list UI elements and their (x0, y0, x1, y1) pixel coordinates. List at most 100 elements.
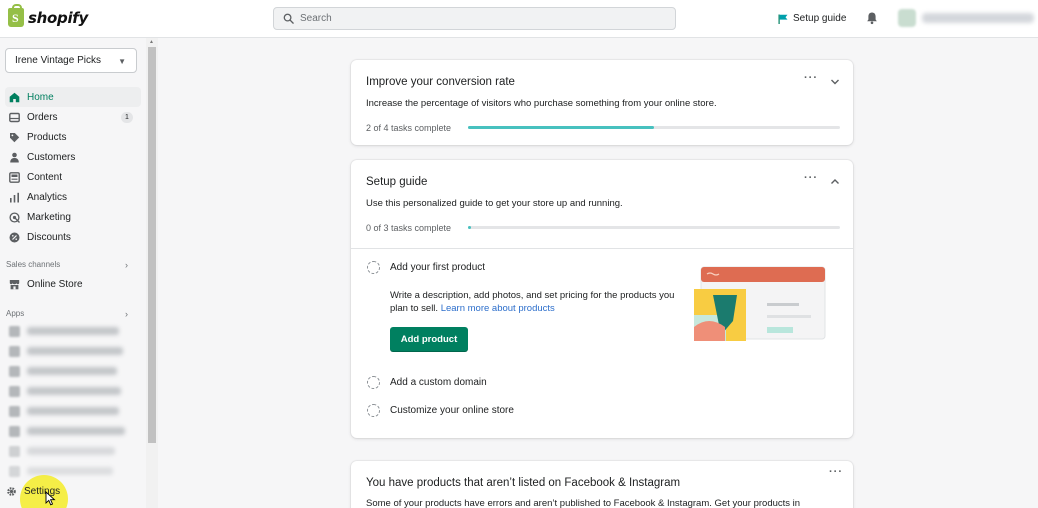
top-bar: S shopify Setup guide (0, 0, 1038, 38)
progress-bar (468, 126, 840, 129)
sidebar-item-content[interactable]: Content (5, 167, 141, 187)
setup-guide-card: Setup guide ··· Use this personalized gu… (351, 160, 853, 438)
apps-list (5, 321, 141, 481)
app-item-redacted[interactable] (5, 401, 141, 421)
sidebar-item-label: Customers (27, 151, 76, 163)
more-actions-icon[interactable]: ··· (804, 72, 818, 84)
shopping-bag-icon: S (8, 4, 24, 27)
apps-header[interactable]: Apps › (6, 309, 134, 319)
person-icon (9, 152, 20, 163)
chevron-right-icon: › (125, 260, 128, 270)
search-icon (283, 13, 294, 24)
account-name-redacted (922, 13, 1034, 23)
sidebar-item-analytics[interactable]: Analytics (5, 187, 141, 207)
task-status-circle-icon[interactable] (367, 404, 380, 417)
card-description: Some of your products have errors and ar… (366, 498, 801, 508)
sidebar-item-home[interactable]: Home (5, 87, 141, 107)
chevron-right-icon: › (125, 309, 128, 319)
sidebar-item-marketing[interactable]: Marketing (5, 207, 141, 227)
app-item-redacted[interactable] (5, 421, 141, 441)
sidebar: Irene Vintage Picks ▼ Home Orders 1 Prod… (0, 38, 146, 508)
app-item-redacted[interactable] (5, 321, 141, 341)
gear-icon (7, 487, 16, 496)
target-icon (9, 211, 20, 223)
task-label: Add your first product (390, 262, 486, 273)
main-nav: Home Orders 1 Products Customers Content… (5, 87, 141, 247)
progress-label: 0 of 3 tasks complete (366, 223, 452, 233)
scroll-thumb[interactable] (148, 47, 156, 443)
more-actions-icon[interactable]: ··· (804, 172, 818, 184)
task-status-circle-icon[interactable] (367, 376, 380, 389)
divider (351, 248, 853, 249)
app-item-redacted[interactable] (5, 461, 141, 481)
more-actions-icon[interactable]: ··· (829, 466, 843, 478)
content-icon (9, 171, 20, 183)
setup-guide-link[interactable]: Setup guide (778, 13, 846, 24)
search-input[interactable] (300, 13, 660, 24)
home-icon (9, 92, 20, 103)
sidebar-item-orders[interactable]: Orders 1 (5, 107, 141, 127)
bell-icon[interactable] (865, 11, 879, 25)
setup-guide-label: Setup guide (793, 13, 847, 24)
card-description: Increase the percentage of visitors who … (366, 98, 717, 109)
scroll-up-arrow-icon[interactable]: ▲ (149, 39, 154, 45)
sidebar-item-label: Products (27, 131, 67, 143)
task-add-first-product[interactable]: Add your first product (367, 261, 485, 274)
add-product-button[interactable]: Add product (390, 327, 468, 352)
task-description: Write a description, add photos, and set… (390, 290, 675, 314)
task-add-custom-domain[interactable]: Add a custom domain (367, 376, 487, 389)
flag-icon (778, 14, 788, 24)
product-illustration (694, 266, 826, 341)
chevron-up-icon[interactable] (830, 177, 840, 187)
card-description: Use this personalized guide to get your … (366, 198, 623, 209)
discount-icon (9, 232, 20, 243)
progress-fill (468, 126, 654, 129)
chevron-down-icon[interactable] (830, 77, 840, 87)
task-label: Customize your online store (390, 405, 514, 416)
task-customize-store[interactable]: Customize your online store (367, 404, 514, 417)
task-label: Add a custom domain (390, 377, 487, 388)
sidebar-item-label: Home (27, 91, 54, 103)
sidebar-item-customers[interactable]: Customers (5, 147, 141, 167)
task-status-circle-icon[interactable] (367, 261, 380, 274)
apps-label: Apps (6, 309, 25, 318)
brand-name: shopify (28, 8, 88, 27)
account-menu[interactable] (898, 9, 1034, 27)
progress-label: 2 of 4 tasks complete (366, 123, 452, 133)
store-name: Irene Vintage Picks (15, 55, 101, 66)
learn-more-link[interactable]: Learn more about products (441, 303, 555, 314)
search-bar[interactable] (273, 7, 676, 30)
card-title: You have products that aren’t listed on … (366, 477, 681, 489)
app-item-redacted[interactable] (5, 361, 141, 381)
progress-bar (468, 226, 840, 229)
app-item-redacted[interactable] (5, 381, 141, 401)
sidebar-item-label: Marketing (27, 211, 71, 223)
sales-channels-label: Sales channels (6, 260, 61, 269)
orders-icon (9, 112, 20, 123)
sidebar-item-label: Online Store (27, 278, 83, 290)
sidebar-item-discounts[interactable]: Discounts (5, 227, 141, 247)
store-icon (9, 279, 20, 290)
app-item-redacted[interactable] (5, 341, 141, 361)
shopify-logo[interactable]: S shopify (8, 4, 88, 27)
store-selector[interactable]: Irene Vintage Picks ▼ (5, 48, 137, 73)
card-title: Setup guide (366, 176, 428, 188)
mouse-pointer-icon (45, 491, 56, 506)
app-item-redacted[interactable] (5, 441, 141, 461)
sidebar-item-label: Orders (27, 111, 58, 123)
sidebar-item-products[interactable]: Products (5, 127, 141, 147)
sidebar-item-label: Content (27, 171, 63, 183)
avatar (898, 9, 916, 27)
facebook-instagram-card: You have products that aren’t listed on … (351, 461, 853, 508)
sidebar-scrollbar[interactable]: ▲ (146, 38, 158, 508)
tag-icon (9, 132, 20, 143)
card-title: Improve your conversion rate (366, 76, 515, 88)
conversion-card: Improve your conversion rate ··· Increas… (351, 60, 853, 145)
orders-count-badge: 1 (121, 112, 133, 123)
progress-fill (468, 226, 471, 229)
sales-channels-header[interactable]: Sales channels › (6, 260, 134, 270)
bar-chart-icon (9, 192, 20, 203)
sidebar-item-label: Discounts (27, 231, 71, 243)
chevron-down-icon: ▼ (118, 57, 126, 66)
sidebar-item-online-store[interactable]: Online Store (5, 274, 141, 294)
